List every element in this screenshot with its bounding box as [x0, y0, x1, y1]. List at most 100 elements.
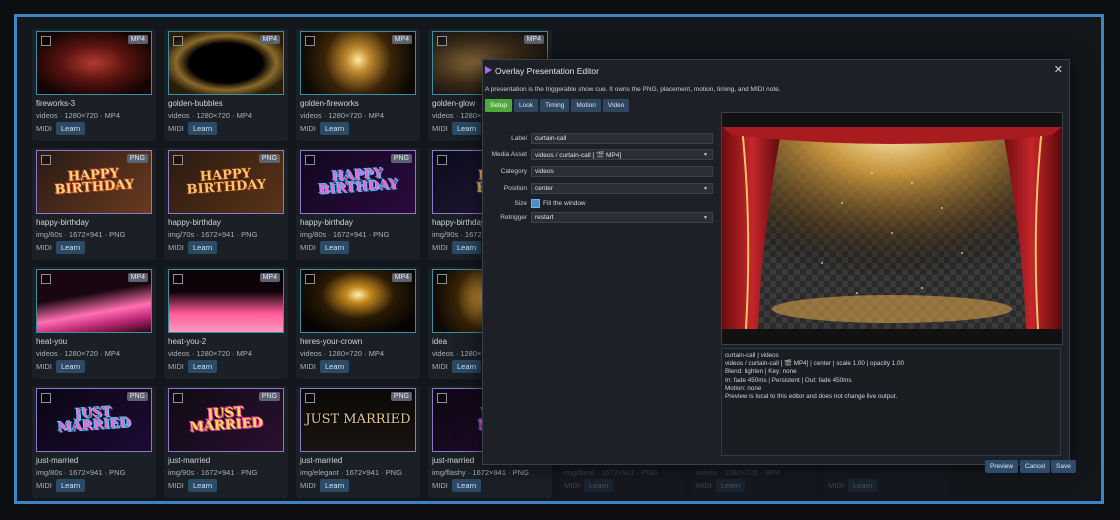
asset-card[interactable]: HAPPY BIRTHDAY PNG happy-birthday img/70s ·… [164, 148, 288, 260]
asset-card[interactable]: MP4 fireworks-3 videos · 1280×720 · MP4 MID… [32, 29, 156, 141]
learn-button[interactable]: Learn [56, 241, 86, 254]
summary-line: curtain-call | videos [725, 352, 779, 359]
asset-card[interactable]: MP4 heres-your-crown videos · 1280×720 · M… [296, 267, 420, 379]
asset-thumbnail[interactable]: MP4 [36, 31, 152, 95]
tab-video[interactable]: Video [602, 99, 630, 112]
learn-button[interactable]: Learn [320, 122, 350, 135]
summary-line: videos / curtain-call [ 🎬 MP4] | center … [725, 360, 904, 368]
asset-thumbnail[interactable]: MP4 [36, 269, 152, 333]
learn-button[interactable]: Learn [320, 360, 350, 373]
learn-button[interactable]: Learn [188, 479, 218, 492]
select-checkbox[interactable] [437, 274, 447, 284]
select-checkbox[interactable] [173, 36, 183, 46]
asset-card[interactable]: MP4 golden-fireworks videos · 1280×720 · M… [296, 29, 420, 141]
select-checkbox[interactable] [305, 155, 315, 165]
learn-button[interactable]: Learn [56, 122, 86, 135]
select-checkbox[interactable] [41, 155, 51, 165]
asset-card[interactable]: MP4 golden-bubbles videos · 1280×720 · MP4… [164, 29, 288, 141]
asset-thumbnail[interactable]: JUST MARRIED PNG [168, 388, 284, 452]
asset-card[interactable]: JUST MARRIED PNG just-married img/80s · 167… [32, 386, 156, 498]
select-checkbox[interactable] [437, 36, 447, 46]
select-checkbox[interactable] [41, 274, 51, 284]
asset-thumbnail[interactable]: MP4 [168, 31, 284, 95]
select-checkbox[interactable] [173, 274, 183, 284]
midi-label: MIDI [36, 124, 52, 133]
label-input[interactable]: curtain-call [531, 133, 713, 144]
asset-card[interactable]: MP4 heat-you-2 videos · 1280×720 · MP4 MIDI… [164, 267, 288, 379]
learn-button[interactable]: Learn [56, 360, 86, 373]
format-badge: MP4 [259, 273, 280, 282]
learn-button[interactable]: Learn [56, 479, 86, 492]
asset-thumbnail[interactable]: MP4 [300, 269, 416, 333]
tab-motion[interactable]: Motion [571, 99, 601, 112]
learn-button[interactable]: Learn [320, 479, 350, 492]
retrigger-select[interactable]: restart ▼ [531, 212, 713, 223]
thumbnail-title-art: HAPPY BIRTHDAY [186, 166, 267, 198]
select-checkbox[interactable] [437, 155, 447, 165]
asset-meta: img/flashy · 1672×941 · PNG [432, 468, 529, 477]
select-checkbox[interactable] [41, 36, 51, 46]
preview-button[interactable]: Preview [985, 460, 1019, 473]
learn-button[interactable]: Learn [452, 479, 482, 492]
select-checkbox[interactable] [305, 36, 315, 46]
select-checkbox[interactable] [173, 155, 183, 165]
midi-label: MIDI [432, 362, 448, 371]
position-select[interactable]: center ▼ [531, 183, 713, 194]
category-input[interactable]: videos [531, 166, 713, 177]
format-badge: MP4 [391, 35, 412, 44]
retrigger-row: Retrigger restart ▼ [485, 212, 713, 224]
learn-button[interactable]: Learn [188, 241, 218, 254]
format-badge: PNG [126, 392, 148, 401]
asset-card[interactable]: JUST MARRIED PNG just-married img/90s · 167… [164, 386, 288, 498]
summary-line: Motion: none [725, 384, 762, 392]
asset-thumbnail[interactable]: JUST MARRIED PNG [300, 388, 416, 452]
learn-button[interactable]: Learn [848, 479, 878, 492]
tab-timing[interactable]: Timing [540, 99, 570, 112]
select-checkbox[interactable] [173, 393, 183, 403]
midi-label: MIDI [432, 243, 448, 252]
midi-label: MIDI [168, 243, 184, 252]
learn-button[interactable]: Learn [188, 122, 218, 135]
asset-thumbnail[interactable]: MP4 [300, 31, 416, 95]
asset-card[interactable]: MP4 heat-you videos · 1280×720 · MP4 MIDI Le… [32, 267, 156, 379]
learn-button[interactable]: Learn [320, 241, 350, 254]
asset-meta: img/80s · 1672×941 · PNG [300, 230, 390, 239]
tab-look[interactable]: Look [514, 99, 539, 112]
select-checkbox[interactable] [305, 274, 315, 284]
media-asset-field-label: Media Asset [491, 151, 527, 158]
summary-line: Blend: lighten | Key: none [725, 368, 797, 376]
select-checkbox[interactable] [41, 393, 51, 403]
asset-thumbnail[interactable]: MP4 [168, 269, 284, 333]
learn-button[interactable]: Learn [452, 122, 482, 135]
format-badge: PNG [258, 392, 280, 401]
select-checkbox[interactable] [437, 393, 447, 403]
learn-button[interactable]: Learn [452, 360, 482, 373]
asset-card[interactable]: HAPPY BIRTHDAY PNG happy-birthday img/60s ·… [32, 148, 156, 260]
asset-meta: img/floral · 1672×941 · PNG [564, 468, 658, 477]
cancel-button[interactable]: Cancel [1020, 460, 1051, 473]
asset-thumbnail[interactable]: HAPPY BIRTHDAY PNG [300, 150, 416, 214]
fill-window-label[interactable]: Fill the window [543, 200, 586, 207]
media-asset-select[interactable]: videos / curtain-call [ 🎬 MP4] ▼ [531, 149, 713, 160]
asset-meta: videos · 1280×720 · MP4 [300, 349, 385, 358]
asset-thumbnail[interactable]: HAPPY BIRTHDAY PNG [168, 150, 284, 214]
asset-meta: videos · 1280×720 · MP4 [300, 111, 385, 120]
select-checkbox[interactable] [305, 393, 315, 403]
position-field-label: Position [503, 185, 527, 192]
midi-label: MIDI [432, 124, 448, 133]
preview-canvas [721, 112, 1063, 345]
learn-button[interactable]: Learn [716, 479, 746, 492]
asset-card[interactable]: HAPPY BIRTHDAY PNG happy-birthday img/80s ·… [296, 148, 420, 260]
learn-button[interactable]: Learn [452, 241, 482, 254]
learn-button[interactable]: Learn [584, 479, 614, 492]
save-button[interactable]: Save [1051, 460, 1076, 473]
asset-meta: img/70s · 1672×941 · PNG [168, 230, 258, 239]
learn-button[interactable]: Learn [188, 360, 218, 373]
tab-setup[interactable]: Setup [485, 99, 512, 112]
asset-name: heat-you [36, 337, 68, 346]
fill-window-checkbox[interactable] [531, 199, 540, 208]
close-icon[interactable]: ✕ [1054, 63, 1063, 76]
asset-thumbnail[interactable]: JUST MARRIED PNG [36, 388, 152, 452]
asset-thumbnail[interactable]: HAPPY BIRTHDAY PNG [36, 150, 152, 214]
asset-card[interactable]: JUST MARRIED PNG just-married img/elegant ·… [296, 386, 420, 498]
